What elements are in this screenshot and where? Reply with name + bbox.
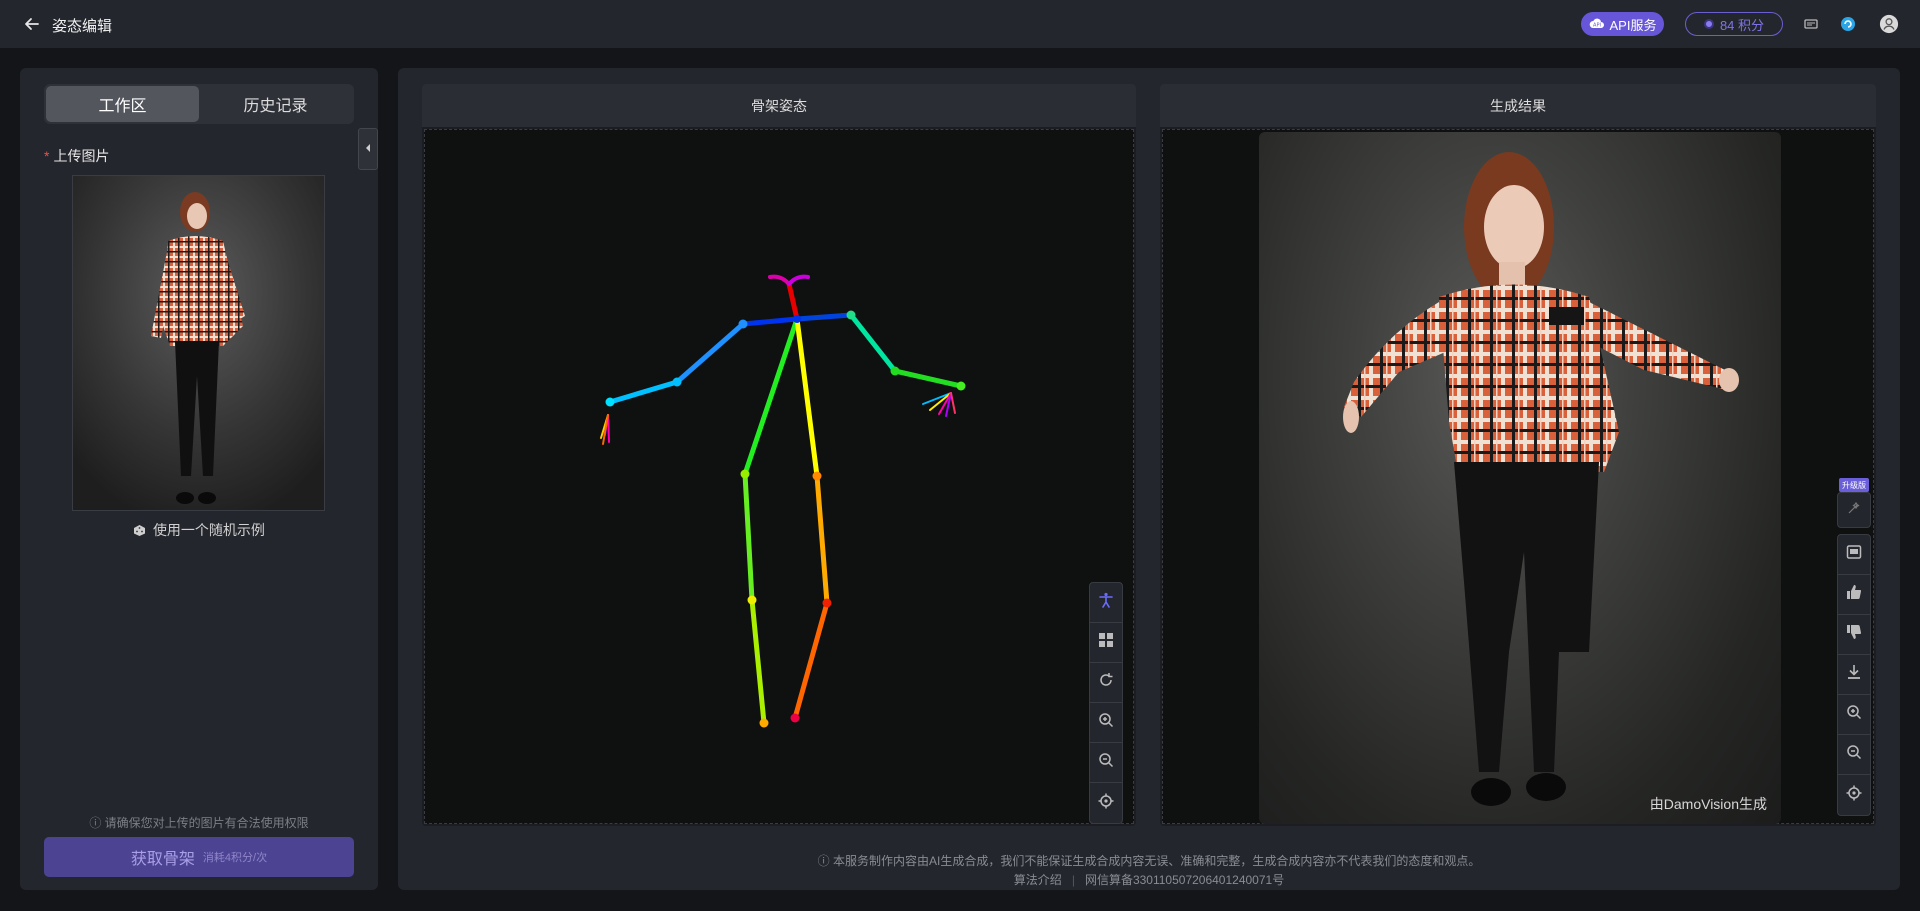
get-skeleton-button[interactable]: 获取骨架 消耗4积分/次 (44, 837, 354, 877)
download-icon (1846, 664, 1862, 685)
main-panel: 骨架姿态 生成结果 由DamoVision生成 升级版 (398, 68, 1900, 890)
tab-history[interactable]: 历史记录 (199, 86, 352, 122)
points-badge[interactable]: 84 积分 (1685, 12, 1783, 36)
result-actions-toolbar (1837, 534, 1871, 816)
result-card: 生成结果 由DamoVision生成 升级版 (1160, 84, 1876, 826)
bone-torso-left (742, 316, 800, 477)
result-card-title: 生成结果 (1160, 84, 1876, 127)
like-button[interactable] (1837, 575, 1871, 615)
points-label: 84 积分 (1719, 17, 1765, 33)
result-toolbar (1837, 492, 1871, 528)
skeleton-card: 骨架姿态 (422, 84, 1136, 826)
coin-icon (1703, 19, 1714, 29)
svg-text:API: API (1593, 22, 1601, 28)
get-skeleton-cost: 消耗4积分/次 (202, 852, 268, 864)
skeleton-card-title: 骨架姿态 (422, 84, 1136, 127)
bone-shin-right (792, 600, 830, 721)
bone-torso-right (794, 316, 820, 479)
bone-shoulder-left (740, 316, 800, 327)
footer-links: 算法介绍 | 网信算备330110507206401240071号 (398, 871, 1900, 888)
api-service-button[interactable]: API API服务 (1581, 12, 1664, 36)
watermark: 由DamoVision生成 (1649, 796, 1767, 812)
bone-thigh-right (814, 473, 830, 606)
user-avatar-icon[interactable] (1879, 14, 1899, 34)
zoom-in-icon (1098, 712, 1114, 733)
bone-head (786, 281, 800, 322)
collapse-panel-button[interactable] (358, 128, 378, 170)
info-icon: ⓘ (89, 816, 102, 830)
grid-icon (1098, 632, 1114, 653)
center-button[interactable] (1089, 783, 1123, 823)
locate-icon (1846, 785, 1862, 806)
thumbs-down-icon (1846, 624, 1862, 645)
zoom-out-button[interactable] (1089, 743, 1123, 783)
person-pose-icon (1098, 592, 1114, 613)
locate-icon (1098, 793, 1114, 814)
skeleton-toolbar (1089, 582, 1123, 824)
disclaimer: ⓘ 本服务制作内容由AI生成合成，我们不能保证生成合成内容无误、准确和完整，生成… (398, 852, 1900, 869)
download-button[interactable] (1837, 655, 1871, 695)
tab-workspace[interactable]: 工作区 (46, 86, 199, 122)
tab-bar: 工作区 历史记录 (44, 84, 354, 124)
zoom-in-button[interactable] (1089, 703, 1123, 743)
zoom-out-icon (1846, 744, 1862, 765)
random-example-label: 使用一个随机示例 (152, 522, 265, 538)
result-center-button[interactable] (1837, 775, 1871, 815)
caret-left-icon (364, 140, 372, 158)
zoom-in-icon (1846, 704, 1862, 725)
bone-shin-left (749, 597, 767, 726)
generated-image[interactable]: 由DamoVision生成 (1259, 132, 1781, 824)
right-hand-lines (922, 392, 956, 417)
cloud-icon: API (1589, 17, 1605, 32)
upload-label-text: 上传图片 (53, 148, 110, 164)
left-hand-lines (600, 414, 610, 445)
top-bar: 姿态编辑 API API服务 84 积分 (0, 0, 1920, 48)
thumbs-up-icon (1846, 584, 1862, 605)
left-panel: 工作区 历史记录 *上传图片 使用一个随机示例 ⓘ 请确保您对上传的图片有合法 (20, 68, 378, 890)
bone-upper-arm-right (848, 312, 898, 374)
api-service-label: API服务 (1609, 17, 1657, 33)
bone-upper-arm-left (674, 321, 746, 385)
pose-skeleton[interactable] (425, 130, 1135, 825)
license-link[interactable]: 网信算备330110507206401240071号 (1085, 873, 1284, 887)
random-example-link[interactable]: 使用一个随机示例 (20, 520, 378, 540)
app-logo-icon[interactable] (1838, 14, 1858, 34)
get-skeleton-label: 获取骨架 (130, 851, 195, 868)
rights-notice: ⓘ 请确保您对上传的图片有合法使用权限 (20, 814, 378, 831)
required-mark: * (44, 148, 50, 164)
bone-forearm-left (607, 379, 680, 405)
bone-shoulder-right (794, 312, 854, 322)
bone-forearm-right (892, 368, 964, 389)
magic-wand-icon (1847, 501, 1861, 520)
back-arrow-icon[interactable] (22, 14, 42, 34)
algorithm-intro-link[interactable]: 算法介绍 (1014, 873, 1062, 887)
result-zoom-in-button[interactable] (1837, 695, 1871, 735)
skeleton-canvas[interactable] (424, 129, 1134, 824)
result-canvas[interactable]: 由DamoVision生成 升级版 (1162, 129, 1874, 824)
page-title: 姿态编辑 (52, 18, 113, 35)
disclaimer-text: 本服务制作内容由AI生成合成，我们不能保证生成合成内容无误、准确和完整，生成合成… (833, 854, 1481, 868)
pose-mode-button[interactable] (1089, 583, 1123, 623)
zoom-out-icon (1098, 752, 1114, 773)
footer-separator: | (1071, 873, 1075, 887)
reset-button[interactable] (1089, 663, 1123, 703)
refresh-icon (1098, 672, 1114, 693)
result-zoom-out-button[interactable] (1837, 735, 1871, 775)
compare-icon (1846, 544, 1862, 565)
uploaded-image[interactable] (72, 175, 325, 511)
message-icon[interactable] (1801, 14, 1821, 34)
info-circle-icon: ⓘ (817, 854, 830, 868)
upgrade-badge: 升级版 (1839, 478, 1869, 492)
compare-button[interactable] (1837, 535, 1871, 575)
upload-label: * 上传图片 (44, 146, 109, 166)
bone-thigh-left (742, 471, 755, 603)
face-lines (768, 274, 810, 286)
dice-icon (133, 522, 153, 538)
grid-button[interactable] (1089, 623, 1123, 663)
dislike-button[interactable] (1837, 615, 1871, 655)
rights-notice-text: 请确保您对上传的图片有合法使用权限 (104, 816, 309, 830)
magic-edit-button[interactable] (1837, 493, 1871, 527)
